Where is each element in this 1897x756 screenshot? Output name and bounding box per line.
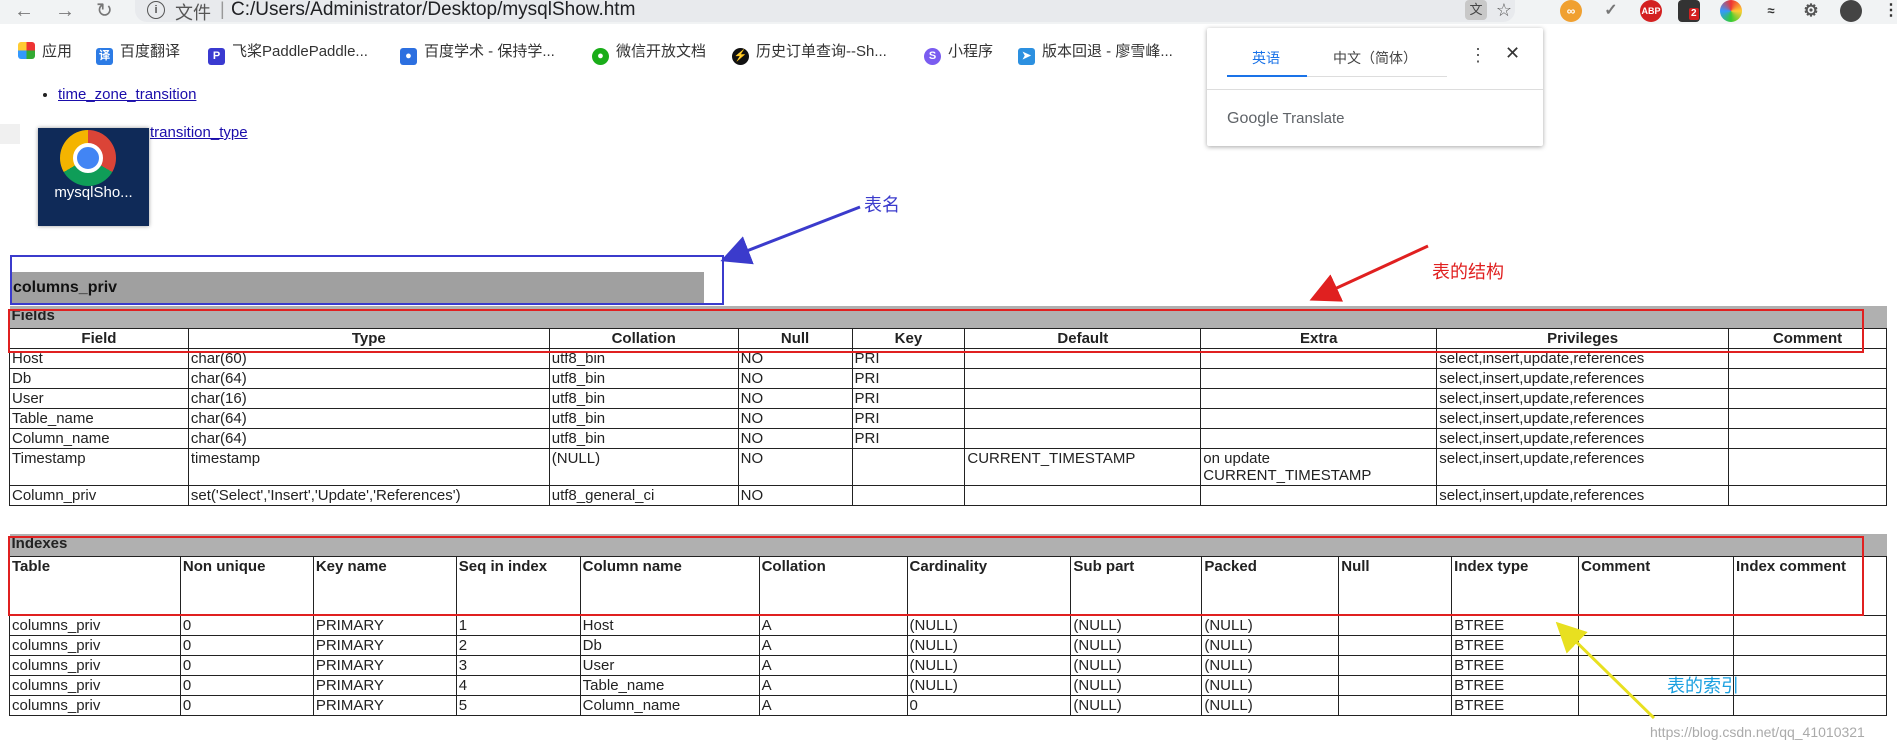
table-name-annotation: 表名 bbox=[864, 195, 900, 215]
watermark: https://blog.csdn.net/qq_41010321 bbox=[1650, 724, 1865, 740]
structure-annotation: 表的结构 bbox=[1432, 262, 1504, 282]
index-annotation: 表的索引 bbox=[1667, 676, 1739, 696]
index-arrow bbox=[1555, 621, 1656, 720]
annotation-arrows bbox=[720, 205, 1656, 720]
table-name-arrow bbox=[720, 205, 861, 265]
structure-arrow bbox=[1309, 244, 1429, 302]
